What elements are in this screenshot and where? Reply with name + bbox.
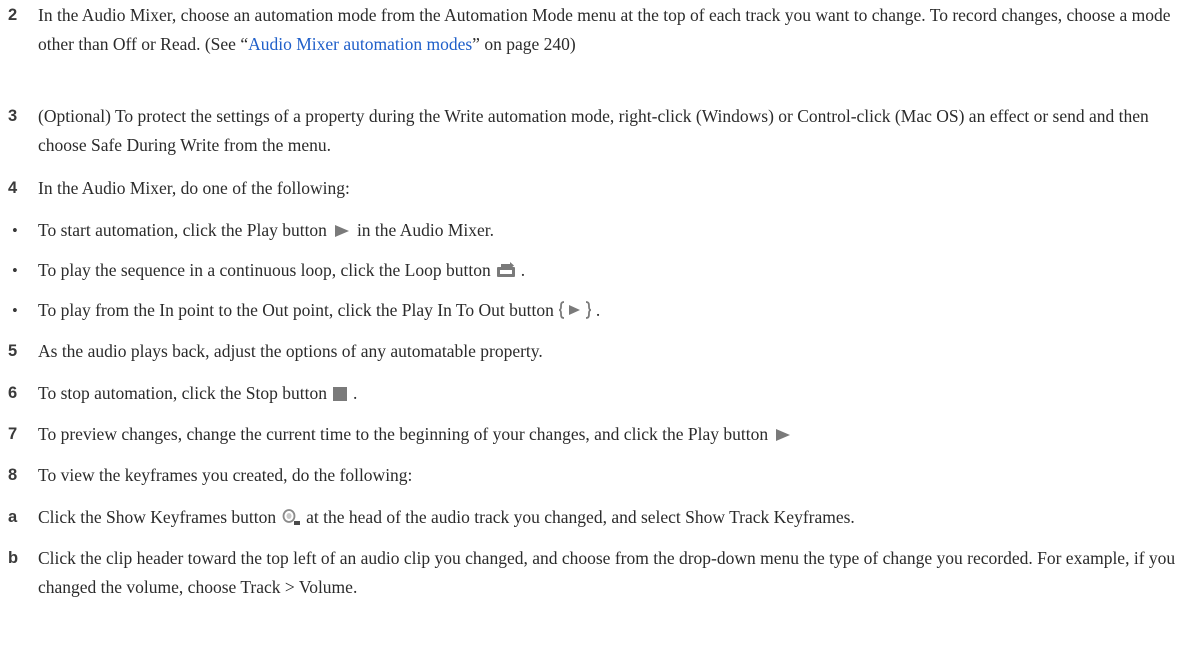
step-text: In the Audio Mixer, do one of the follow… xyxy=(38,178,350,198)
step-text: As the audio plays back, adjust the opti… xyxy=(38,341,543,361)
substep-a: a Click the Show Keyframes button at the … xyxy=(0,503,1200,532)
step-number: 3 xyxy=(8,107,18,125)
bullet-text: To play the sequence in a continuous loo… xyxy=(38,256,1188,285)
step-number: 5 xyxy=(8,342,18,360)
substep-text: Click the Show Keyframes button at the he… xyxy=(38,503,1188,532)
step-text: (Optional) To protect the settings of a … xyxy=(38,106,1149,155)
bullet-text-part: To play the sequence in a continuous loo… xyxy=(38,260,491,280)
bullet-text-part: . xyxy=(520,260,526,280)
step-number: 2 xyxy=(8,6,18,24)
substep-letter: b xyxy=(8,549,19,567)
step-text-part: In the Audio Mixer, choose an automation… xyxy=(38,5,1171,54)
step-text-part: ” on page 240) xyxy=(472,34,576,54)
step-text-part: To preview changes, change the current t… xyxy=(38,424,769,444)
bullet-text-part: To play from the In point to the Out poi… xyxy=(38,300,554,320)
bullet-play-in-to-out: • To play from the In point to the Out p… xyxy=(0,296,1200,325)
step-6: 6 To stop automation, click the Stop but… xyxy=(0,379,1200,408)
bullet-marker: • xyxy=(12,301,18,320)
bullet-text-part: . xyxy=(595,300,601,320)
bullet-text-part: in the Audio Mixer. xyxy=(356,220,495,240)
step-text: To preview changes, change the current t… xyxy=(38,420,1188,449)
bullet-play: • To start automation, click the Play bu… xyxy=(0,216,1200,245)
substep-text-part: at the head of the audio track you chang… xyxy=(306,507,855,527)
substep-letter: a xyxy=(8,508,18,526)
substep-text-part: Click the Show Keyframes button xyxy=(38,507,277,527)
step-2: 2 In the Audio Mixer, choose an automati… xyxy=(0,1,1200,59)
play-icon xyxy=(776,429,791,441)
substep-b: b Click the clip header toward the top l… xyxy=(0,544,1200,602)
step-3: 3 (Optional) To protect the settings of … xyxy=(0,102,1200,160)
step-number: 4 xyxy=(8,179,18,197)
step-5: 5 As the audio plays back, adjust the op… xyxy=(0,337,1200,366)
cross-reference-link[interactable]: Audio Mixer automation modes xyxy=(248,34,472,54)
step-number: 7 xyxy=(8,425,18,443)
bullet-marker: • xyxy=(12,221,18,240)
bullet-loop: • To play the sequence in a continuous l… xyxy=(0,256,1200,285)
step-number: 6 xyxy=(8,384,18,402)
show-keyframes-icon xyxy=(282,509,301,525)
step-text: In the Audio Mixer, choose an automation… xyxy=(38,1,1188,59)
bullet-text-part: To start automation, click the Play butt… xyxy=(38,220,327,240)
step-text-part: . xyxy=(352,383,358,403)
substep-text: Click the clip header toward the top lef… xyxy=(38,548,1176,597)
step-text-part: To stop automation, click the Stop butto… xyxy=(38,383,327,403)
step-7: 7 To preview changes, change the current… xyxy=(0,420,1200,449)
bullet-text: To start automation, click the Play butt… xyxy=(38,216,1188,245)
bullet-text: To play from the In point to the Out poi… xyxy=(38,296,1188,325)
bullet-marker: • xyxy=(12,261,18,280)
step-number: 8 xyxy=(8,466,18,484)
step-text: To view the keyframes you created, do th… xyxy=(38,465,413,485)
stop-icon xyxy=(332,387,347,401)
step-8: 8 To view the keyframes you created, do … xyxy=(0,461,1200,490)
step-text: To stop automation, click the Stop butto… xyxy=(38,379,1188,408)
loop-icon xyxy=(496,262,515,277)
play-icon xyxy=(334,225,349,237)
play-in-to-out-icon xyxy=(558,301,591,319)
step-4: 4 In the Audio Mixer, do one of the foll… xyxy=(0,174,1200,203)
